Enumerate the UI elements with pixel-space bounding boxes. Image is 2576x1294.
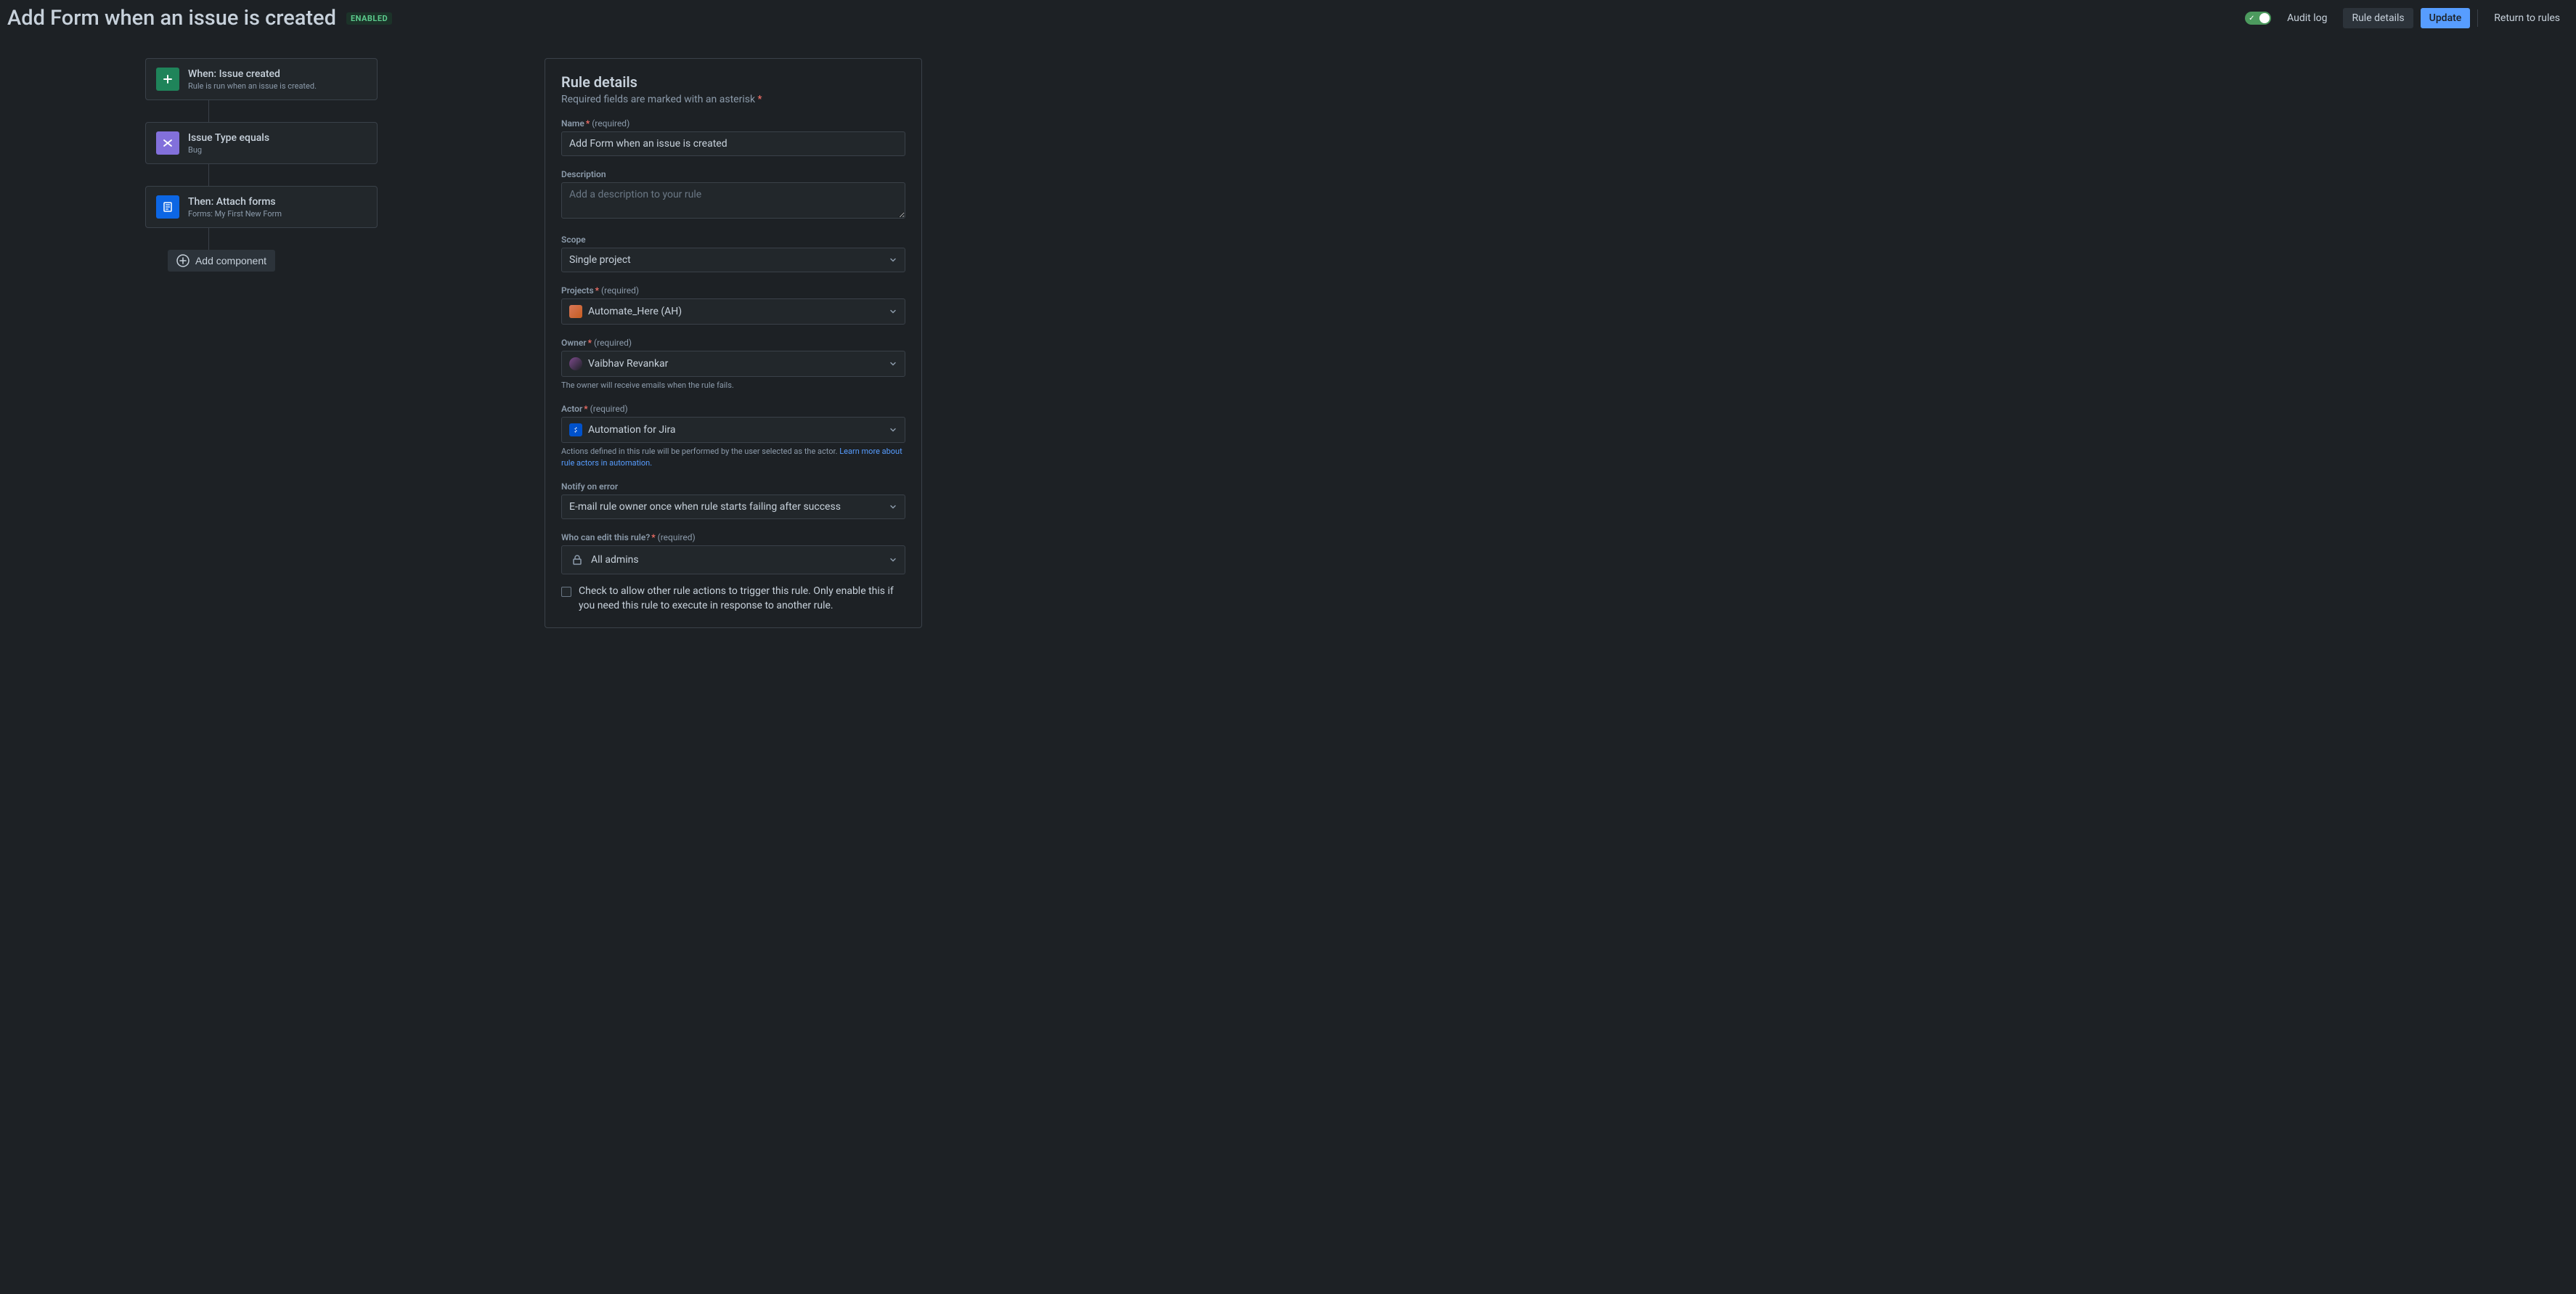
jira-icon <box>569 423 582 436</box>
condition-card[interactable]: Issue Type equals Bug <box>145 122 378 164</box>
projects-value: Automate_Here (AH) <box>588 306 682 317</box>
actor-label: Actor* (required) <box>561 404 905 414</box>
branch-icon <box>156 131 179 155</box>
description-label: Description <box>561 169 905 179</box>
chevron-down-icon <box>889 307 897 316</box>
owner-avatar <box>569 357 582 370</box>
plus-circle-icon <box>176 254 189 267</box>
plus-icon <box>156 68 179 91</box>
notify-select[interactable]: E-mail rule owner once when rule starts … <box>561 495 905 519</box>
trigger-sub: Rule is run when an issue is created. <box>188 81 367 91</box>
who-select[interactable]: All admins <box>561 545 905 574</box>
audit-log-button[interactable]: Audit log <box>2278 8 2336 28</box>
description-input[interactable] <box>561 182 905 219</box>
enabled-badge: ENABLED <box>346 12 392 25</box>
trigger-card[interactable]: When: Issue created Rule is run when an … <box>145 58 378 100</box>
name-label: Name* (required) <box>561 118 905 129</box>
chevron-down-icon <box>889 426 897 434</box>
scope-value: Single project <box>569 254 631 266</box>
scope-label: Scope <box>561 235 905 245</box>
chevron-down-icon <box>889 556 897 564</box>
add-component-label: Add component <box>195 255 266 266</box>
chevron-down-icon <box>889 359 897 368</box>
owner-select[interactable]: Vaibhav Revankar <box>561 351 905 377</box>
projects-select[interactable]: Automate_Here (AH) <box>561 298 905 325</box>
panel-title: Rule details <box>561 73 905 91</box>
divider <box>2477 9 2478 27</box>
update-button[interactable]: Update <box>2421 8 2471 28</box>
flow-connector <box>208 100 209 122</box>
who-label: Who can edit this rule?* (required) <box>561 532 905 542</box>
who-value: All admins <box>591 554 639 566</box>
condition-title: Issue Type equals <box>188 132 367 144</box>
flow-connector <box>208 228 209 250</box>
notify-value: E-mail rule owner once when rule starts … <box>569 501 841 513</box>
flow-connector <box>208 164 209 186</box>
project-avatar <box>569 305 582 318</box>
trigger-title: When: Issue created <box>188 68 367 80</box>
form-icon <box>156 195 179 219</box>
owner-label: Owner* (required) <box>561 338 905 348</box>
actor-value: Automation for Jira <box>588 424 676 436</box>
return-to-rules-button[interactable]: Return to rules <box>2485 8 2569 28</box>
scope-select[interactable]: Single project <box>561 248 905 272</box>
notify-label: Notify on error <box>561 481 905 492</box>
chevron-down-icon <box>889 256 897 264</box>
projects-label: Projects* (required) <box>561 285 905 296</box>
owner-value: Vaibhav Revankar <box>588 358 668 370</box>
actor-help: Actions defined in this rule will be per… <box>561 446 905 468</box>
action-sub: Forms: My First New Form <box>188 209 367 219</box>
checkbox-label: Check to allow other rule actions to tri… <box>579 585 905 613</box>
allow-other-rules-checkbox[interactable] <box>561 587 571 597</box>
condition-sub: Bug <box>188 145 367 155</box>
actor-select[interactable]: Automation for Jira <box>561 417 905 443</box>
action-card[interactable]: Then: Attach forms Forms: My First New F… <box>145 186 378 228</box>
add-component-button[interactable]: Add component <box>168 250 275 272</box>
page-title: Add Form when an issue is created <box>7 6 336 30</box>
owner-help: The owner will receive emails when the r… <box>561 380 905 391</box>
rule-enabled-toggle[interactable] <box>2245 12 2271 25</box>
required-note: Required fields are marked with an aster… <box>561 94 905 105</box>
action-title: Then: Attach forms <box>188 196 367 208</box>
chevron-down-icon <box>889 502 897 511</box>
lock-icon <box>569 552 585 568</box>
name-input[interactable] <box>561 131 905 156</box>
rule-details-panel: Rule details Required fields are marked … <box>545 58 922 628</box>
rule-details-button[interactable]: Rule details <box>2343 8 2413 28</box>
